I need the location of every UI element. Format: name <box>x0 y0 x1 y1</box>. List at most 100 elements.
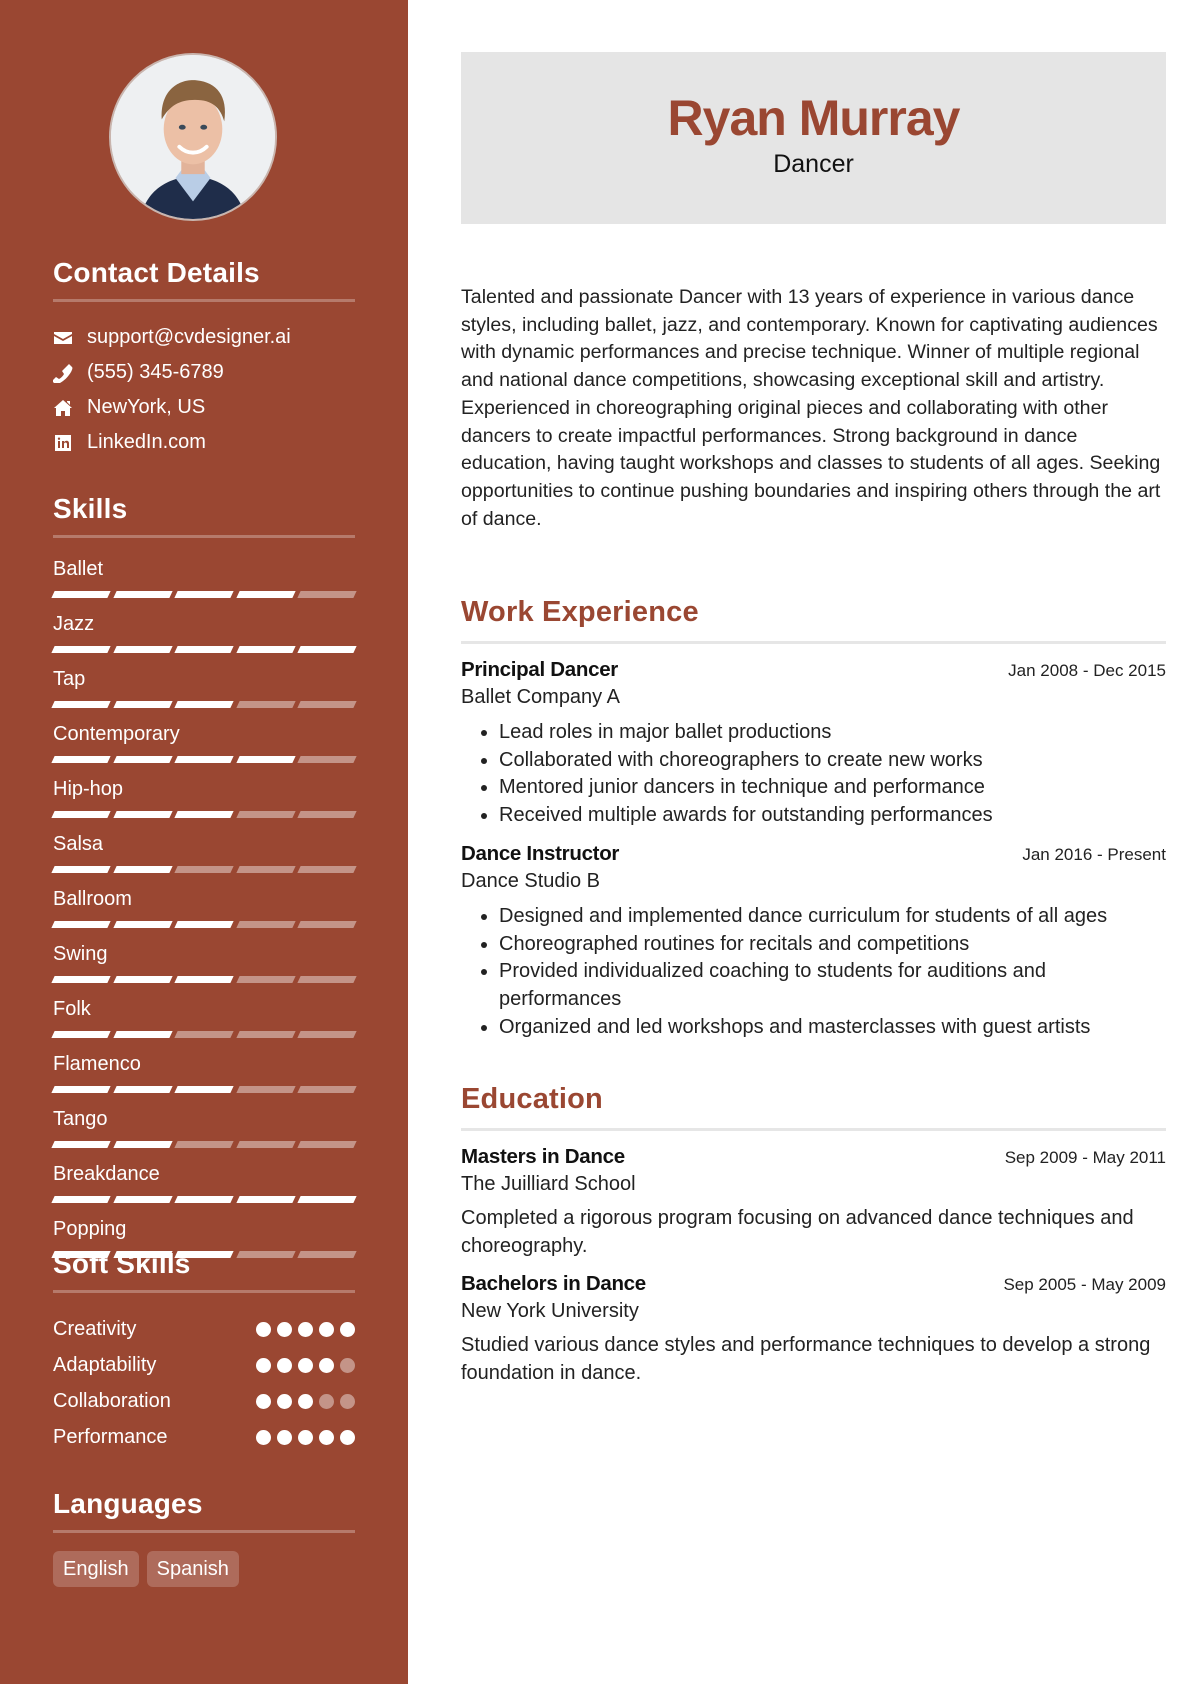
skill-item: Ballet <box>51 556 357 598</box>
soft-skill-label: Adaptability <box>53 1353 157 1376</box>
level-segment-empty <box>297 1141 357 1148</box>
skill-label: Ballroom <box>53 888 132 910</box>
skill-level-bar <box>51 976 357 983</box>
entry-header: Masters in Dance Sep 2009 - May 2011 <box>461 1145 1166 1169</box>
work-experience-heading: Work Experience <box>461 596 1166 644</box>
rating-dot-filled <box>277 1321 292 1337</box>
responsibilities-list: Lead roles in major ballet productionsCo… <box>461 719 1166 830</box>
education-description: Studied various dance styles and perform… <box>461 1334 1151 1385</box>
rating-dot-filled <box>340 1321 355 1337</box>
level-segment-filled <box>174 811 234 818</box>
profile-photo <box>111 55 275 219</box>
level-segment-empty <box>297 921 357 928</box>
skill-item: Ballroom <box>51 886 357 928</box>
avatar <box>109 53 277 221</box>
level-segment-filled <box>51 646 111 653</box>
rating-dot-filled <box>256 1393 271 1409</box>
skill-label: Jazz <box>53 613 95 635</box>
contact-item[interactable]: (555) 345-6789 <box>53 355 355 390</box>
level-segment-filled <box>112 1196 172 1203</box>
level-segment-filled <box>297 646 357 653</box>
rating-dot-filled <box>319 1429 334 1445</box>
rating-dot-filled <box>256 1321 271 1337</box>
level-segment-empty <box>174 866 234 873</box>
languages-section: Languages English Spanish <box>53 1488 355 1587</box>
date-range: Sep 2009 - May 2011 <box>1004 1148 1166 1167</box>
skill-level-bar <box>51 701 357 708</box>
level-segment-empty <box>174 1031 234 1038</box>
level-segment-filled <box>112 1086 172 1093</box>
skill-level-bar <box>51 921 357 928</box>
level-segment-empty <box>236 811 296 818</box>
skill-level-bar <box>51 646 357 653</box>
level-segment-empty <box>236 1141 296 1148</box>
skill-label: Hip-hop <box>53 778 124 800</box>
rating-dot-filled <box>298 1357 313 1373</box>
rating-dot-filled <box>256 1429 271 1445</box>
contact-item[interactable]: support@cvdesigner.ai <box>53 320 355 355</box>
date-range: Sep 2005 - May 2009 <box>1003 1275 1166 1295</box>
job-title: Dance Instructor <box>461 841 620 865</box>
level-segment-empty <box>297 756 357 763</box>
level-segment-empty <box>297 811 357 818</box>
level-segment-filled <box>51 701 111 708</box>
rating-dot-filled <box>340 1429 355 1445</box>
rating-dot-filled <box>298 1321 313 1337</box>
responsibility-item: Choreographed routines for recitals and … <box>499 931 1166 959</box>
education-entry: Bachelors in Dance Sep 2005 - May 2009 New… <box>461 1272 1166 1387</box>
rating-dot-empty <box>340 1357 355 1373</box>
level-segment-empty <box>236 921 296 928</box>
level-segment-filled <box>51 1031 111 1038</box>
level-segment-filled <box>174 1086 234 1093</box>
skill-level-bar <box>51 756 357 763</box>
soft-skill-item: Adaptability <box>53 1347 355 1383</box>
level-segment-filled <box>51 811 111 818</box>
level-segment-filled <box>51 921 111 928</box>
level-segment-filled <box>51 1086 111 1093</box>
contact-item[interactable]: LinkedIn.com <box>53 425 355 460</box>
skill-label: Swing <box>53 943 108 965</box>
level-segment-filled <box>174 976 234 983</box>
level-segment-filled <box>236 646 296 653</box>
rating-dot-filled <box>298 1429 313 1445</box>
language-chip: Spanish <box>146 1551 239 1587</box>
level-segment-filled <box>51 591 111 598</box>
linkedin-icon <box>53 433 87 453</box>
contact-text: (555) 345-6789 <box>87 361 224 383</box>
responsibility-item: Received multiple awards for outstanding… <box>499 802 1166 830</box>
languages-list: English Spanish <box>53 1551 355 1587</box>
work-entry: Principal Dancer Jan 2008 - Dec 2015 Balle… <box>461 658 1166 830</box>
level-segment-filled <box>174 756 234 763</box>
skill-label: Tap <box>53 668 86 690</box>
contact-item[interactable]: NewYork, US <box>53 390 355 425</box>
skill-item: Jazz <box>51 611 357 653</box>
skill-label: Flamenco <box>53 1053 141 1075</box>
level-segment-empty <box>236 866 296 873</box>
level-segment-filled <box>51 756 111 763</box>
skill-item: Tango <box>51 1106 357 1148</box>
soft-skill-label: Performance <box>53 1425 168 1448</box>
date-range: Jan 2016 - Present <box>1022 844 1166 864</box>
level-segment-filled <box>112 756 172 763</box>
rating-dot-filled <box>277 1429 292 1445</box>
education-section: Education Masters in Dance Sep 2009 - May… <box>461 1083 1166 1400</box>
contact-heading: Contact Details <box>53 257 355 302</box>
level-segment-filled <box>112 701 172 708</box>
skill-level-bar <box>51 811 357 818</box>
skill-item: Swing <box>51 941 357 983</box>
skill-item: Flamenco <box>51 1051 357 1093</box>
level-segment-filled <box>236 1196 296 1203</box>
contact-text: LinkedIn.com <box>87 431 206 453</box>
skill-level-bar <box>51 591 357 598</box>
contact-text: NewYork, US <box>87 396 206 418</box>
rating-dot-filled <box>319 1357 334 1373</box>
company-name: Dance Studio B <box>461 869 600 892</box>
rating-dot-filled <box>319 1321 334 1337</box>
soft-skill-item: Collaboration <box>53 1383 355 1419</box>
skills-heading: Skills <box>53 493 355 538</box>
soft-skills-section: Soft Skills Creativity Adaptability Collab… <box>53 1248 355 1455</box>
responsibilities-list: Designed and implemented dance curriculu… <box>461 903 1166 1042</box>
soft-skill-item: Performance <box>53 1419 355 1455</box>
level-segment-empty <box>236 976 296 983</box>
job-title: Principal Dancer <box>461 658 618 681</box>
